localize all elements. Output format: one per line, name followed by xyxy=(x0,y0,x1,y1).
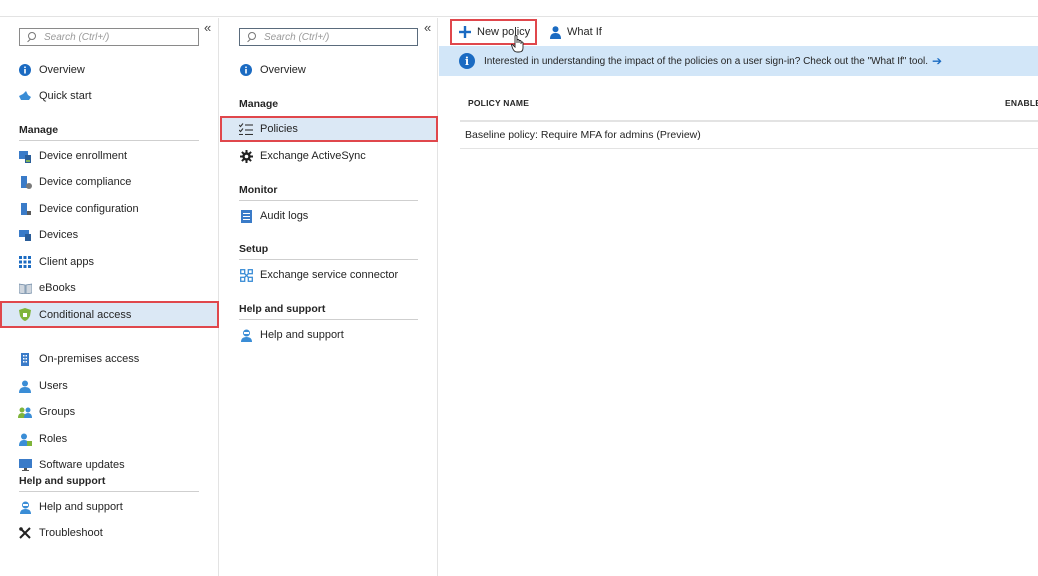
nav-item-label: Troubleshoot xyxy=(39,527,103,539)
nav-item-label: Policies xyxy=(260,123,298,135)
policy-name-cell[interactable]: Baseline policy: Require MFA for admins … xyxy=(465,129,701,141)
collapse-mid-nav-button[interactable]: « xyxy=(424,21,431,34)
left-nav-search-input[interactable] xyxy=(44,31,184,43)
table-row[interactable]: Baseline policy: Require MFA for admins … xyxy=(460,121,1038,149)
nav-item-label: On-premises access xyxy=(39,353,140,365)
nav-item-label: Help and support xyxy=(39,501,123,513)
what-if-label: What If xyxy=(567,26,602,38)
nav-item-label: Device compliance xyxy=(39,176,132,188)
mid-nav-item-policies[interactable]: Policies xyxy=(220,116,438,142)
section-header-manage: Manage xyxy=(19,124,199,141)
info-icon xyxy=(239,63,253,77)
mid-nav-item-exchange-service-connector[interactable]: Exchange service connector xyxy=(220,262,438,288)
mid-nav-item-exchange-activesync[interactable]: Exchange ActiveSync xyxy=(220,143,438,169)
column-header-enabled[interactable]: ENABLED xyxy=(1005,98,1038,108)
nav-item-label: Exchange service connector xyxy=(260,269,399,281)
hand-cursor-icon xyxy=(511,35,525,53)
device-compliance-icon xyxy=(18,175,32,189)
left-nav-item-on-premises-access[interactable]: On-premises access xyxy=(0,346,219,372)
support-icon xyxy=(18,500,32,514)
search-icon xyxy=(246,32,256,42)
nav-item-label: Overview xyxy=(39,64,85,76)
arrow-right-icon[interactable]: ➔ xyxy=(932,54,942,68)
devices-icon xyxy=(18,228,32,242)
nav-item-label: Audit logs xyxy=(260,210,309,222)
log-book-icon xyxy=(239,209,253,223)
left-nav-item-users[interactable]: Users xyxy=(0,373,219,399)
tools-icon xyxy=(18,526,32,540)
section-header-monitor: Monitor xyxy=(239,184,418,201)
what-if-info-banner[interactable]: i Interested in understanding the impact… xyxy=(439,46,1038,76)
section-header-setup: Setup xyxy=(239,243,418,260)
left-nav-item-client-apps[interactable]: Client apps xyxy=(0,249,219,275)
what-if-button[interactable]: What If xyxy=(545,19,602,45)
left-nav-item-overview[interactable]: Overview xyxy=(0,57,219,83)
section-header-manage: Manage xyxy=(239,98,279,110)
left-nav-pane: « Overview Quick start Manage Device enr… xyxy=(0,18,219,576)
shield-icon xyxy=(18,308,32,322)
nav-item-label: Help and support xyxy=(260,329,344,341)
nav-item-label: eBooks xyxy=(39,282,76,294)
column-header-policy-name[interactable]: POLICY NAME xyxy=(468,98,529,108)
left-nav-item-roles[interactable]: Roles xyxy=(0,426,219,452)
building-icon xyxy=(18,352,32,366)
mid-nav-search-input[interactable] xyxy=(264,31,404,43)
cloud-icon xyxy=(18,89,32,103)
nav-item-label: Software updates xyxy=(39,459,125,471)
left-nav-item-device-compliance[interactable]: Device compliance xyxy=(0,169,219,195)
left-nav-item-device-enrollment[interactable]: Device enrollment xyxy=(0,143,219,169)
top-bar xyxy=(0,0,1038,17)
section-header-help-and-support: Help and support xyxy=(19,475,199,492)
mid-nav-item-overview[interactable]: Overview xyxy=(220,57,438,83)
mid-nav-item-audit-logs[interactable]: Audit logs xyxy=(220,203,438,229)
left-nav-item-device-configuration[interactable]: Device configuration xyxy=(0,196,219,222)
policy-nav-pane: « Overview Manage Policies Exchange Acti… xyxy=(220,18,438,576)
nav-item-label: Overview xyxy=(260,64,306,76)
section-header-help-and-support: Help and support xyxy=(239,303,418,320)
role-icon xyxy=(18,432,32,446)
left-nav-item-troubleshoot[interactable]: Troubleshoot xyxy=(0,520,219,546)
left-nav-item-devices[interactable]: Devices xyxy=(0,222,219,248)
connector-icon xyxy=(239,268,253,282)
mid-nav-item-help-and-support[interactable]: Help and support xyxy=(220,322,438,348)
left-nav-item-quick-start[interactable]: Quick start xyxy=(0,83,219,109)
nav-item-label: Exchange ActiveSync xyxy=(260,150,366,162)
nav-item-label: Roles xyxy=(39,433,68,445)
grid-icon xyxy=(18,255,32,269)
nav-item-label: Client apps xyxy=(39,256,95,268)
book-icon xyxy=(18,281,32,295)
user-icon xyxy=(18,379,32,393)
mid-nav-search[interactable] xyxy=(239,28,418,46)
left-nav-item-conditional-access[interactable]: Conditional access xyxy=(0,301,219,328)
left-nav-item-groups[interactable]: Groups xyxy=(0,399,219,425)
nav-item-label: Quick start xyxy=(39,90,92,102)
monitor-icon xyxy=(18,458,32,472)
user-icon xyxy=(548,25,562,39)
search-icon xyxy=(26,32,36,42)
policies-main-pane: New policy What If i Interested in under… xyxy=(439,18,1038,576)
collapse-left-nav-button[interactable]: « xyxy=(204,21,211,34)
banner-text: Interested in understanding the impact o… xyxy=(484,55,929,67)
left-nav-item-ebooks[interactable]: eBooks xyxy=(0,275,219,301)
info-icon: i xyxy=(459,53,475,69)
info-icon xyxy=(18,63,32,77)
nav-item-label: Users xyxy=(39,380,68,392)
nav-item-label: Conditional access xyxy=(39,308,132,321)
gear-icon xyxy=(239,149,253,163)
nav-item-label: Device configuration xyxy=(39,203,139,215)
group-icon xyxy=(18,405,32,419)
support-icon xyxy=(239,328,253,342)
command-bar: New policy What If xyxy=(439,18,1038,46)
checklist-icon xyxy=(239,122,253,136)
left-nav-search[interactable] xyxy=(19,28,199,46)
plus-icon xyxy=(458,25,472,39)
nav-item-label: Device enrollment xyxy=(39,150,128,162)
nav-item-label: Groups xyxy=(39,406,76,418)
left-nav-item-help-and-support[interactable]: Help and support xyxy=(0,494,219,520)
nav-item-label: Devices xyxy=(39,229,79,241)
device-enrollment-icon xyxy=(18,149,32,163)
device-configuration-icon xyxy=(18,202,32,216)
